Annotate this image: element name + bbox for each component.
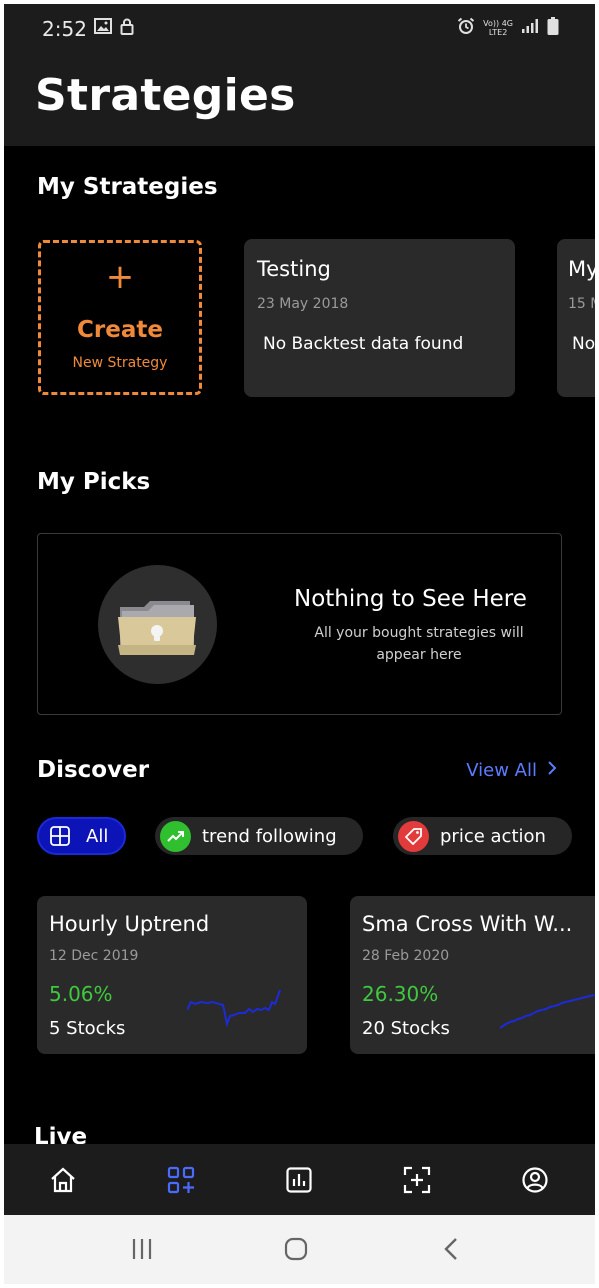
nav-analytics[interactable] <box>283 1164 315 1196</box>
folder-bulb-icon <box>118 601 196 655</box>
discover-card[interactable]: Sma Cross With W... 28 Feb 2020 26.30% 2… <box>350 896 595 1054</box>
header: 2:52 Vo)) 4G LTE2 Strategies <box>4 4 595 146</box>
signal-icon <box>521 18 539 38</box>
bar-chart-icon <box>286 1167 312 1193</box>
chevron-right-icon <box>547 760 557 781</box>
my-picks-title: My Picks <box>37 469 151 495</box>
empty-circle <box>98 565 217 684</box>
nav-profile[interactable] <box>519 1164 551 1196</box>
discover-card-date: 28 Feb 2020 <box>362 948 450 964</box>
alarm-icon <box>457 17 475 39</box>
strategy-card[interactable]: My 15 M No <box>557 239 595 397</box>
user-circle-icon <box>522 1167 548 1193</box>
strategy-name: My <box>568 257 595 281</box>
network-label: Vo)) 4G LTE2 <box>483 19 513 37</box>
chip-label: trend following <box>202 825 337 847</box>
recent-apps-button[interactable] <box>130 1235 154 1263</box>
create-strategy-card[interactable]: + Create New Strategy <box>38 240 202 395</box>
discover-card-date: 12 Dec 2019 <box>49 948 139 964</box>
chip-trend-following[interactable]: trend following <box>155 817 363 855</box>
view-all-label: View All <box>466 760 537 781</box>
bottom-navigation <box>4 1144 595 1216</box>
sparkline-chart <box>500 994 595 1029</box>
my-picks-empty-state: Nothing to See Here All your bought stra… <box>37 533 562 715</box>
nav-home[interactable] <box>47 1164 79 1196</box>
system-navigation-bar <box>4 1215 595 1284</box>
status-time: 2:52 <box>42 17 87 41</box>
page-title: Strategies <box>35 70 296 121</box>
empty-subtitle: All your bought strategies will appear h… <box>314 625 524 663</box>
scan-add-icon <box>403 1166 431 1194</box>
nav-scan[interactable] <box>401 1164 433 1196</box>
home-icon <box>51 1167 75 1193</box>
strategy-message: No <box>572 334 595 354</box>
recent-apps-icon <box>132 1239 152 1259</box>
nav-strategies[interactable] <box>165 1164 197 1196</box>
grid-plus-icon <box>167 1166 195 1194</box>
lock-icon <box>120 18 134 39</box>
discover-card[interactable]: Hourly Uptrend 12 Dec 2019 5.06% 5 Stock… <box>37 896 307 1054</box>
back-button[interactable] <box>440 1235 462 1263</box>
home-circle-icon <box>284 1237 308 1261</box>
discover-card-stocks: 20 Stocks <box>362 1018 450 1039</box>
view-all-link[interactable]: View All <box>466 760 557 781</box>
chip-price-action[interactable]: price action <box>393 817 572 855</box>
strategy-card[interactable]: Testing 23 May 2018 No Backtest data fou… <box>244 239 515 397</box>
create-sub-label: New Strategy <box>72 355 168 371</box>
strategy-date: 23 May 2018 <box>257 296 349 312</box>
back-chevron-icon <box>444 1238 457 1260</box>
app-screen: 2:52 Vo)) 4G LTE2 Strategies My Strategi… <box>4 4 595 1284</box>
discover-card-stocks: 5 Stocks <box>49 1018 126 1039</box>
discover-card-return: 26.30% <box>362 982 439 1006</box>
chip-label: price action <box>440 825 546 847</box>
battery-icon <box>547 17 559 39</box>
gallery-icon <box>94 18 112 39</box>
strategy-name: Testing <box>257 257 331 281</box>
create-label: Create <box>77 317 163 343</box>
strategy-message: No Backtest data found <box>263 334 464 354</box>
home-button[interactable] <box>283 1235 309 1263</box>
discover-card-name: Sma Cross With W... <box>362 912 573 936</box>
strategy-date: 15 M <box>568 296 595 312</box>
plus-icon: + <box>105 257 135 297</box>
discover-card-return: 5.06% <box>49 982 113 1006</box>
sparkline-chart <box>187 989 281 1028</box>
my-strategies-title: My Strategies <box>37 174 218 200</box>
chip-label: All <box>86 825 109 847</box>
tag-icon <box>398 820 429 852</box>
grid-icon <box>44 820 75 852</box>
discover-title: Discover <box>37 757 150 783</box>
chip-all[interactable]: All <box>37 817 127 855</box>
discover-card-name: Hourly Uptrend <box>49 912 210 936</box>
empty-title: Nothing to See Here <box>294 586 527 612</box>
trend-up-icon <box>160 820 191 852</box>
